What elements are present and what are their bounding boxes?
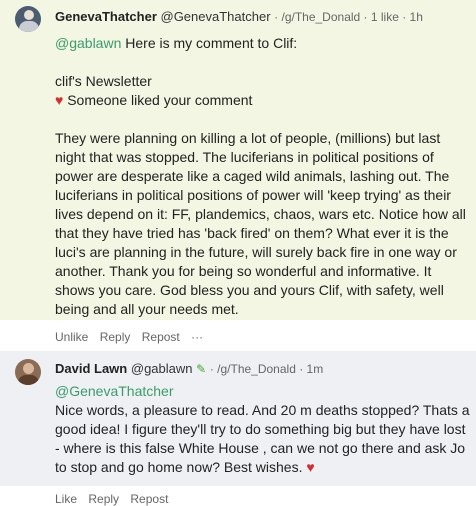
comment-body: @gablawn Here is my comment to Clif: cli… [55,34,470,319]
comment-header: GenevaThatcher @GenevaThatcher · /g/The_… [55,9,423,24]
mention-link[interactable]: @GenevaThatcher [55,382,470,401]
avatar-body [19,21,39,32]
newsletter-line: clif's Newsletter [55,73,152,89]
author-handle[interactable]: @gablawn [131,361,193,376]
comment-actions: Unlike Reply Repost ··· [55,330,211,344]
intro-text: Here is my comment to Clif: [121,35,298,51]
avatar-head [23,363,34,374]
repost-button[interactable]: Repost [142,330,180,344]
heart-icon: ♥ [55,92,64,108]
author-name[interactable]: David Lawn [55,361,127,376]
comment-header: David Lawn @gablawn ✎ · /g/The_Donald · … [55,361,323,376]
reply-button[interactable]: Reply [88,492,119,506]
intro-line: @gablawn Here is my comment to Clif: [55,34,470,53]
liked-line: ♥ Someone liked your comment [55,91,470,110]
heart-icon: ♥ [306,459,315,475]
avatar[interactable] [15,6,41,32]
liked-text: Someone liked your comment [67,92,253,108]
reply-actions: Like Reply Repost [55,492,176,506]
avatar-head [24,10,34,20]
more-options-button[interactable]: ··· [191,330,203,344]
reply-text: Nice words, a pleasure to read. And 20 m… [55,402,470,475]
pencil-icon: ✎ [196,362,207,376]
avatar-body [18,375,39,385]
reply-body: @GenevaThatcher Nice words, a pleasure t… [55,382,470,477]
avatar[interactable] [15,359,41,385]
comment-meta: · /g/The_Donald · 1 like · 1h [274,10,423,24]
author-name[interactable]: GenevaThatcher [55,9,157,24]
like-button[interactable]: Like [55,492,77,506]
comment-meta: · /g/The_Donald · 1m [209,362,324,376]
author-handle[interactable]: @GenevaThatcher [161,9,271,24]
unlike-button[interactable]: Unlike [55,330,88,344]
reply-button[interactable]: Reply [100,330,131,344]
repost-button[interactable]: Repost [130,492,168,506]
mention-link[interactable]: @gablawn [55,35,121,51]
comment-text: They were planning on killing a lot of p… [55,130,466,317]
